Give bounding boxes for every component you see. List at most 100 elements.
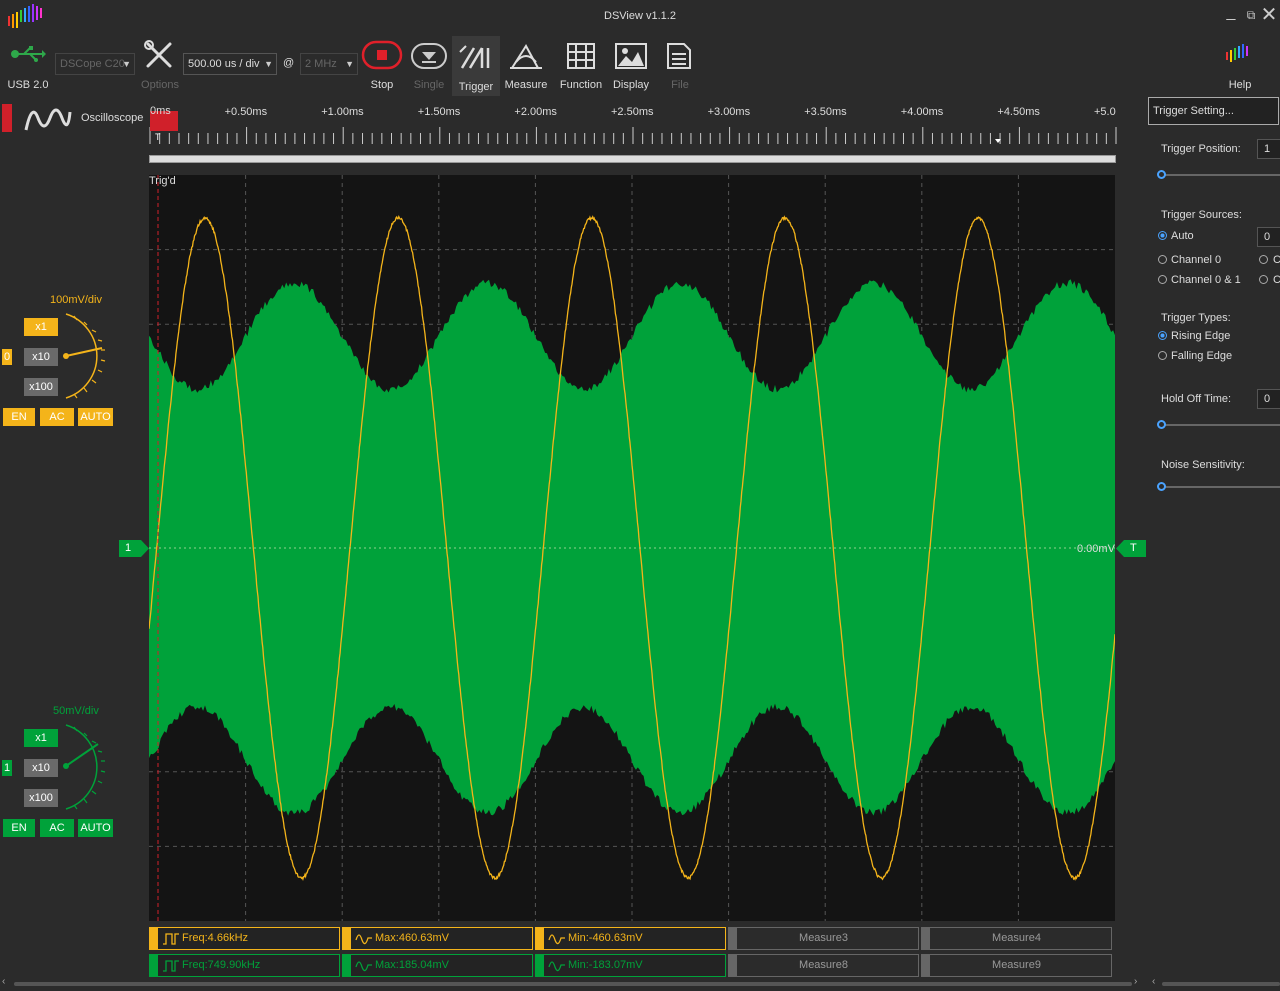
channel-panel (0, 95, 148, 975)
trigger-label: Trigger (452, 81, 500, 93)
single-label: Single (408, 79, 450, 91)
measure-measure-b-ch1[interactable]: Measure9 (921, 954, 1112, 977)
noise-sensitivity-slider[interactable] (1162, 486, 1280, 488)
source-c-radio[interactable] (1259, 255, 1268, 264)
scroll-right-icon[interactable]: › (1134, 976, 1137, 987)
source-ch01-label: Channel 0 & 1 (1171, 274, 1241, 286)
scroll-left-icon[interactable]: ‹ (2, 976, 5, 987)
ch0-x100-button[interactable]: x100 (24, 378, 58, 396)
options-button[interactable]: Options (140, 40, 180, 94)
source-auto-radio[interactable] (1158, 231, 1167, 240)
close-icon[interactable]: ✕ (1258, 2, 1280, 27)
measure-min-ch0[interactable]: Min:-460.63mV (535, 927, 726, 950)
ch1-auto-button[interactable]: AUTO (78, 819, 113, 837)
ch1-index-badge: 1 (2, 760, 12, 776)
measure-icon (502, 40, 550, 72)
type-rising-radio[interactable] (1158, 331, 1167, 340)
type-falling-label: Falling Edge (1171, 350, 1232, 362)
ch1-x10-button[interactable]: x10 (24, 759, 58, 777)
ch1-en-button[interactable]: EN (3, 819, 35, 837)
ch1-x100-button[interactable]: x100 (24, 789, 58, 807)
minimize-icon[interactable]: _ (1220, 4, 1242, 22)
time-ruler[interactable]: +0.50ms +1.00ms +1.50ms +2.00ms +2.50ms +3.00… (148, 97, 1148, 155)
holdoff-knob[interactable] (1157, 420, 1166, 429)
measure-color-tab (536, 955, 544, 976)
source-auto-value[interactable]: 0 (1257, 227, 1280, 247)
measure-button[interactable]: Measure (502, 38, 550, 94)
device-select-value: DSCope C20 (60, 58, 125, 70)
source-ch0-radio[interactable] (1158, 255, 1167, 264)
max-wave-icon (355, 932, 373, 945)
device-select[interactable]: DSCope C20 ▼ (55, 53, 135, 75)
trigger-position-label: Trigger Position: (1161, 143, 1241, 155)
help-logo-icon (1222, 40, 1258, 68)
mode-label[interactable]: Oscilloscope (81, 112, 143, 124)
ruler-tick-label: +5.0 (1094, 106, 1116, 118)
type-falling-radio[interactable] (1158, 351, 1167, 360)
file-icon (658, 40, 702, 72)
measure-measure-b-ch0[interactable]: Measure4 (921, 927, 1112, 950)
type-rising-label: Rising Edge (1171, 330, 1230, 342)
ch0-auto-button[interactable]: AUTO (78, 408, 113, 426)
at-label: @ (283, 57, 294, 69)
file-button[interactable]: File (658, 38, 702, 94)
source-c2-radio[interactable] (1259, 275, 1268, 284)
measure-freq-ch1[interactable]: Freq:749.90kHz (149, 954, 340, 977)
pulse-icon (162, 959, 180, 972)
ruler-tick-label: +4.00ms (901, 106, 944, 118)
ch0-coupling-button[interactable]: AC (40, 408, 74, 426)
trigger-position-slider[interactable] (1162, 174, 1280, 176)
holdoff-label: Hold Off Time: (1161, 393, 1231, 405)
ch0-en-button[interactable]: EN (3, 408, 35, 426)
panel-scroll-left-icon[interactable]: ‹ (1152, 976, 1155, 987)
stop-button[interactable]: Stop (360, 38, 404, 94)
ch1-vdiv-knob[interactable] (56, 719, 116, 815)
timebase-select[interactable]: 500.00 us / div ▼ (183, 53, 277, 75)
options-label: Options (140, 79, 180, 91)
ch0-x1-button[interactable]: x1 (24, 318, 58, 336)
ch1-x1-button[interactable]: x1 (24, 729, 58, 747)
source-auto-label: Auto (1171, 230, 1194, 242)
trigger-position-input[interactable]: 1 (1257, 139, 1280, 159)
ch1-offset-marker[interactable]: 1 (119, 540, 149, 557)
ch0-vdiv-knob[interactable] (56, 308, 116, 404)
single-button[interactable]: Single (408, 38, 450, 94)
ch0-x10-button[interactable]: x10 (24, 348, 58, 366)
help-label: Help (1216, 79, 1264, 91)
measure-measure-a-ch1[interactable]: Measure8 (728, 954, 919, 977)
trigger-level-marker[interactable]: T (1116, 540, 1146, 557)
holdoff-input[interactable]: 0 (1257, 389, 1280, 409)
measure-value: Min:-183.07mV (568, 959, 643, 971)
timeline-scrollbar[interactable] (149, 155, 1116, 163)
measure-color-tab (922, 955, 930, 976)
measure-max-ch0[interactable]: Max:460.63mV (342, 927, 533, 950)
measure-color-tab (536, 928, 544, 949)
noise-sensitivity-knob[interactable] (1157, 482, 1166, 491)
samplerate-select-value: 2 MHz (305, 58, 337, 70)
scope-display[interactable]: Trig'd 0.00mV (149, 175, 1115, 921)
measure-freq-ch0[interactable]: Freq:4.66kHz (149, 927, 340, 950)
chevron-down-icon: ▼ (122, 54, 131, 74)
trigger-button[interactable]: Trigger (452, 36, 500, 96)
measure-value: Measure8 (799, 959, 848, 971)
samplerate-select[interactable]: 2 MHz ▼ (300, 53, 358, 75)
function-button[interactable]: Function (556, 38, 606, 94)
ruler-trigger-marker: T (155, 132, 161, 142)
display-button[interactable]: Display (608, 38, 654, 94)
holdoff-slider[interactable] (1162, 424, 1280, 426)
measure-value: Max:185.04mV (375, 959, 449, 971)
measure-measure-a-ch0[interactable]: Measure3 (728, 927, 919, 950)
trigger-position-knob[interactable] (1157, 170, 1166, 179)
trigger-level-label: T (1130, 542, 1137, 554)
ruler-tick-label: +3.50ms (804, 106, 847, 118)
source-ch01-radio[interactable] (1158, 275, 1167, 284)
measure-value: Measure3 (799, 932, 848, 944)
panel-scrollbar[interactable]: ‹ (1150, 979, 1280, 989)
horizontal-scrollbar[interactable]: ‹ › (0, 979, 1146, 989)
measure-min-ch1[interactable]: Min:-183.07mV (535, 954, 726, 977)
help-button[interactable]: Help (1216, 40, 1264, 94)
oscilloscope-mode-icon[interactable] (24, 102, 72, 134)
ruler-tick-label: 0ms (150, 105, 171, 117)
measure-max-ch1[interactable]: Max:185.04mV (342, 954, 533, 977)
ch1-coupling-button[interactable]: AC (40, 819, 74, 837)
